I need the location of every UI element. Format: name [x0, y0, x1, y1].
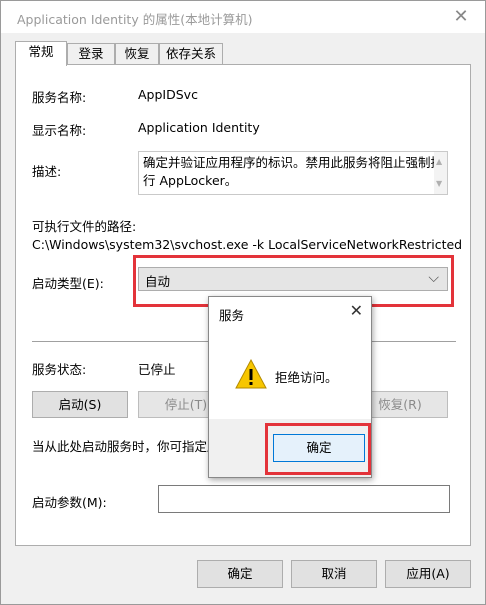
tab-logon[interactable]: 登录: [67, 43, 115, 65]
executable-path-value: C:\Windows\system32\svchost.exe -k Local…: [32, 237, 463, 252]
startup-hint-text: 当从此处启动服务时，你可指定所: [32, 439, 220, 454]
description-scrollbar[interactable]: ▲ ▼: [434, 152, 447, 194]
scroll-down-icon[interactable]: ▼: [436, 175, 442, 193]
window-title: Application Identity 的属性(本地计算机): [17, 12, 253, 27]
description-text: 确定并验证应用程序的标识。禁用此服务将阻止强制执行 AppLocker。: [143, 155, 444, 188]
ok-button[interactable]: 确定: [197, 560, 283, 588]
dialog-ok-highlight: [265, 423, 371, 475]
startup-type-label: 启动类型(E):: [32, 276, 104, 291]
close-icon[interactable]: ✕: [449, 5, 473, 29]
warning-icon: [235, 359, 267, 389]
start-button[interactable]: 启动(S): [32, 391, 128, 418]
description-label: 描述:: [32, 164, 62, 179]
startup-params-input[interactable]: [158, 485, 450, 513]
dialog-message: 拒绝访问。: [275, 370, 338, 385]
tab-dependencies[interactable]: 依存关系: [159, 43, 223, 65]
dialog-title-bar: 服务 ✕: [209, 297, 371, 327]
cancel-button[interactable]: 取消: [291, 560, 377, 588]
executable-path-label: 可执行文件的路径:: [32, 219, 137, 234]
dialog-title: 服务: [219, 308, 245, 323]
service-name-label: 服务名称:: [32, 90, 87, 105]
startup-params-label: 启动参数(M):: [32, 495, 107, 510]
apply-button[interactable]: 应用(A): [385, 560, 471, 588]
scroll-up-icon[interactable]: ▲: [436, 153, 442, 171]
tab-general[interactable]: 常规: [15, 41, 67, 66]
description-textbox[interactable]: 确定并验证应用程序的标识。禁用此服务将阻止强制执行 AppLocker。 ▲ ▼: [138, 151, 448, 195]
title-bar: Application Identity 的属性(本地计算机) ✕: [1, 1, 485, 33]
access-denied-dialog: 服务 ✕ 拒绝访问。 确定: [208, 296, 372, 478]
service-status-value: 已停止: [138, 362, 176, 377]
service-name-value: AppIDSvc: [138, 87, 198, 102]
service-status-label: 服务状态:: [32, 362, 87, 377]
display-name-label: 显示名称:: [32, 123, 87, 138]
display-name-value: Application Identity: [138, 120, 260, 135]
dialog-close-icon[interactable]: ✕: [350, 301, 363, 320]
tab-recovery[interactable]: 恢复: [115, 43, 159, 65]
dialog-body: 拒绝访问。: [209, 327, 371, 419]
